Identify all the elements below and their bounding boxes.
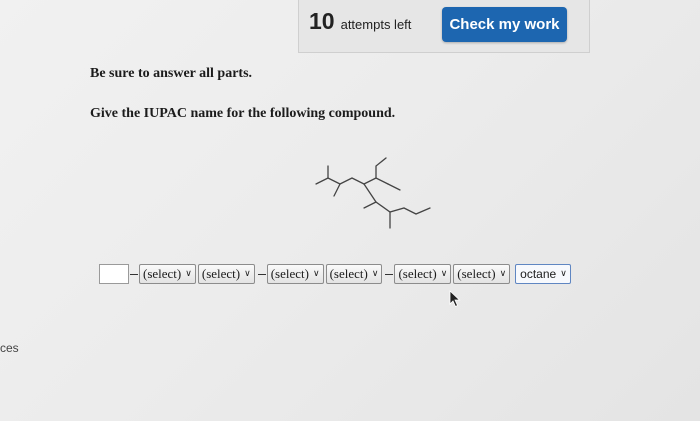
chevron-down-icon: ∨ [440, 268, 448, 279]
select-dropdown-5[interactable]: (select) ∨ [394, 264, 452, 284]
select-dropdown-2-value: (select) [201, 266, 241, 281]
chevron-down-icon: ∨ [312, 268, 320, 279]
mouse-pointer-icon [449, 290, 461, 308]
chevron-down-icon: ∨ [499, 268, 507, 279]
chevron-down-icon: ∨ [185, 268, 192, 279]
chevron-down-icon: ∨ [244, 268, 251, 279]
select-dropdown-6-value: (select) [457, 266, 496, 281]
select-dropdown-3-value: (select) [270, 266, 309, 281]
select-dropdown-6[interactable]: (select) ∨ [453, 264, 511, 284]
question-text: Give the IUPAC name for the following co… [90, 106, 396, 121]
hyphen [385, 273, 394, 275]
select-dropdown-2[interactable]: (select) ∨ [197, 264, 255, 284]
select-dropdown-3[interactable]: (select) ∨ [266, 264, 324, 284]
answer-row: (select) ∨ (select) ∨ (select) ∨ (select… [99, 262, 573, 286]
compound-structure [315, 157, 431, 229]
select-dropdown-4[interactable]: (select) ∨ [325, 264, 383, 284]
sidebar-partial-label: ces [0, 341, 19, 355]
check-my-work-button[interactable]: Check my work [442, 7, 567, 42]
methyl-branch-2 [333, 183, 341, 197]
parent-chain-value: octane [520, 267, 557, 281]
locant-input[interactable] [99, 264, 129, 284]
parent-chain-select[interactable]: octane ∨ [515, 264, 571, 284]
select-dropdown-5-value: (select) [398, 266, 437, 281]
ethyl-branch [375, 157, 387, 179]
methyl-branch-5 [363, 201, 377, 209]
attempts-number: 10 [309, 8, 335, 34]
top-bar: 10 attempts left Check my work [298, 0, 590, 53]
attempts-counter: 10 attempts left [309, 8, 411, 35]
select-dropdown-1-value: (select) [143, 266, 182, 281]
hyphen [257, 273, 266, 275]
main-chain-upper [315, 177, 389, 185]
hyphen [130, 273, 138, 275]
chevron-down-icon: ∨ [371, 268, 379, 279]
attempts-label: attempts left [340, 17, 412, 32]
chevron-down-icon: ∨ [560, 268, 567, 279]
instruction-text: Be sure to answer all parts. [90, 66, 253, 81]
select-dropdown-4-value: (select) [329, 266, 368, 281]
methyl-branch-3 [387, 183, 401, 191]
select-dropdown-1[interactable]: (select) ∨ [139, 264, 196, 284]
